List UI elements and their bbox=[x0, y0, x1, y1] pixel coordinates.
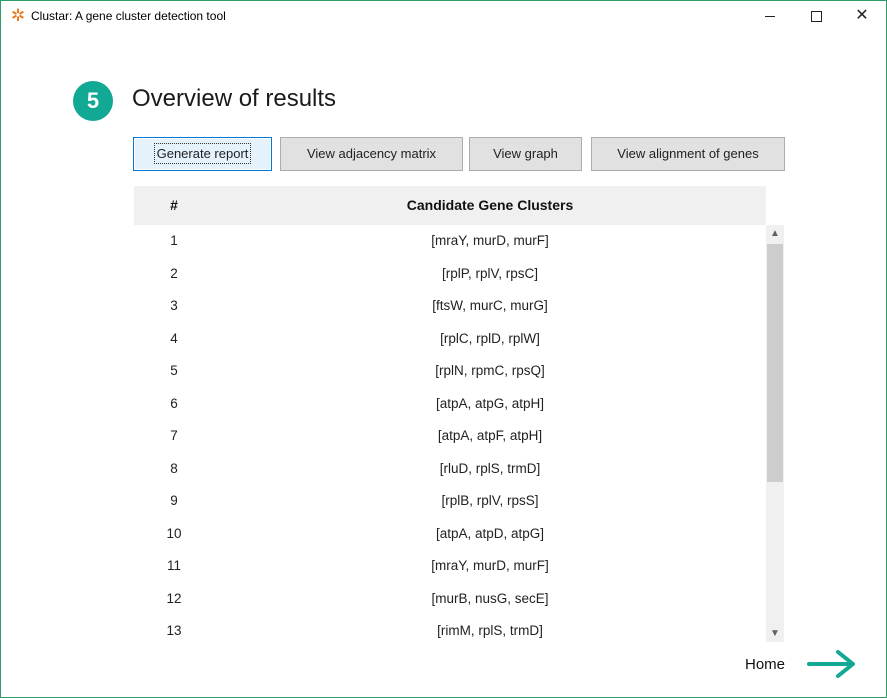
row-cluster: [mraY, murD, murF] bbox=[431, 233, 549, 248]
table-row[interactable]: 4 [rplC, rplD, rplW] bbox=[134, 323, 766, 356]
close-button[interactable]: ✕ bbox=[839, 1, 885, 31]
table-row[interactable]: 2 [rplP, rplV, rpsC] bbox=[134, 258, 766, 291]
table-row[interactable]: 5 [rplN, rpmC, rpsQ] bbox=[134, 355, 766, 388]
table-row[interactable]: 13 [rimM, rplS, trmD] bbox=[134, 615, 766, 642]
row-cluster: [ftsW, murC, murG] bbox=[432, 298, 548, 313]
table-row[interactable]: 12 [murB, nusG, secE] bbox=[134, 583, 766, 616]
table-row[interactable]: 6 [atpA, atpG, atpH] bbox=[134, 388, 766, 421]
row-number: 1 bbox=[170, 233, 178, 248]
row-cluster: [rplB, rplV, rpsS] bbox=[441, 493, 539, 508]
step-badge: 5 bbox=[73, 81, 113, 121]
home-arrow-icon[interactable] bbox=[807, 649, 859, 679]
minimize-button[interactable] bbox=[747, 1, 793, 31]
row-cluster: [rplP, rplV, rpsC] bbox=[441, 265, 539, 281]
row-cluster: [rluD, rplS, trmD] bbox=[439, 460, 541, 476]
row-number: 3 bbox=[170, 298, 178, 313]
view-alignment-button[interactable]: View alignment of genes bbox=[591, 137, 785, 171]
table-row[interactable]: 10 [atpA, atpD, atpG] bbox=[134, 518, 766, 551]
row-cluster: [atpA, atpD, atpG] bbox=[435, 525, 545, 541]
column-header-number[interactable]: # bbox=[134, 186, 214, 225]
row-number: 7 bbox=[170, 428, 178, 443]
row-number: 10 bbox=[166, 525, 182, 541]
app-window: ✲ Clustar: A gene cluster detection tool… bbox=[0, 0, 887, 698]
view-graph-button[interactable]: View graph bbox=[469, 137, 582, 171]
scroll-down-arrow-icon[interactable]: ▼ bbox=[766, 625, 784, 642]
table-row[interactable]: 1 [mraY, murD, murF] bbox=[134, 225, 766, 258]
maximize-button[interactable] bbox=[793, 1, 839, 31]
row-number: 13 bbox=[166, 623, 182, 638]
table-row[interactable]: 3 [ftsW, murC, murG] bbox=[134, 290, 766, 323]
page-title: Overview of results bbox=[132, 85, 337, 112]
table-row[interactable]: 7 [atpA, atpF, atpH] bbox=[134, 420, 766, 453]
table-header: # Candidate Gene Clusters bbox=[134, 186, 766, 225]
table-body: 1 [mraY, murD, murF] 2 [rplP, rplV, rpsC] 3 [… bbox=[134, 225, 766, 642]
vertical-scrollbar[interactable]: ▲ ▼ bbox=[766, 225, 784, 642]
row-cluster: [rimM, rplS, trmD] bbox=[437, 623, 543, 638]
generate-report-label: Generate report bbox=[153, 143, 252, 164]
row-number: 8 bbox=[170, 460, 178, 476]
scroll-up-arrow-icon[interactable]: ▲ bbox=[766, 225, 784, 242]
row-number: 2 bbox=[170, 265, 178, 281]
row-cluster: [rplN, rpmC, rpsQ] bbox=[435, 363, 545, 378]
results-table: # Candidate Gene Clusters 1 [mraY, murD, … bbox=[134, 186, 784, 642]
row-number: 9 bbox=[170, 493, 178, 508]
row-cluster: [mraY, murD, murF] bbox=[431, 558, 549, 573]
table-row[interactable]: 11 [mraY, murD, murF] bbox=[134, 550, 766, 583]
row-cluster: [murB, nusG, secE] bbox=[431, 590, 549, 606]
close-icon: ✕ bbox=[855, 7, 869, 24]
generate-report-button[interactable]: Generate report bbox=[133, 137, 272, 171]
view-adjacency-matrix-button[interactable]: View adjacency matrix bbox=[280, 137, 463, 171]
window-title: Clustar: A gene cluster detection tool bbox=[31, 9, 226, 23]
maximize-icon bbox=[810, 10, 822, 22]
row-cluster: [atpA, atpG, atpH] bbox=[435, 395, 545, 411]
scrollbar-thumb[interactable] bbox=[767, 244, 783, 482]
table-row[interactable]: 8 [rluD, rplS, trmD] bbox=[134, 453, 766, 486]
table-row[interactable]: 9 [rplB, rplV, rpsS] bbox=[134, 485, 766, 518]
row-number: 4 bbox=[170, 330, 178, 346]
home-label[interactable]: Home bbox=[745, 656, 785, 673]
title-bar[interactable]: ✲ Clustar: A gene cluster detection tool… bbox=[1, 1, 886, 31]
row-number: 5 bbox=[170, 363, 178, 378]
row-cluster: [atpA, atpF, atpH] bbox=[437, 428, 543, 443]
row-number: 11 bbox=[166, 558, 181, 573]
asterisk-logo-icon: ✲ bbox=[10, 6, 26, 25]
column-header-clusters[interactable]: Candidate Gene Clusters bbox=[214, 186, 766, 225]
row-number: 12 bbox=[166, 590, 182, 606]
row-cluster: [rplC, rplD, rplW] bbox=[440, 330, 540, 346]
minimize-icon bbox=[765, 15, 775, 17]
row-number: 6 bbox=[170, 395, 178, 411]
